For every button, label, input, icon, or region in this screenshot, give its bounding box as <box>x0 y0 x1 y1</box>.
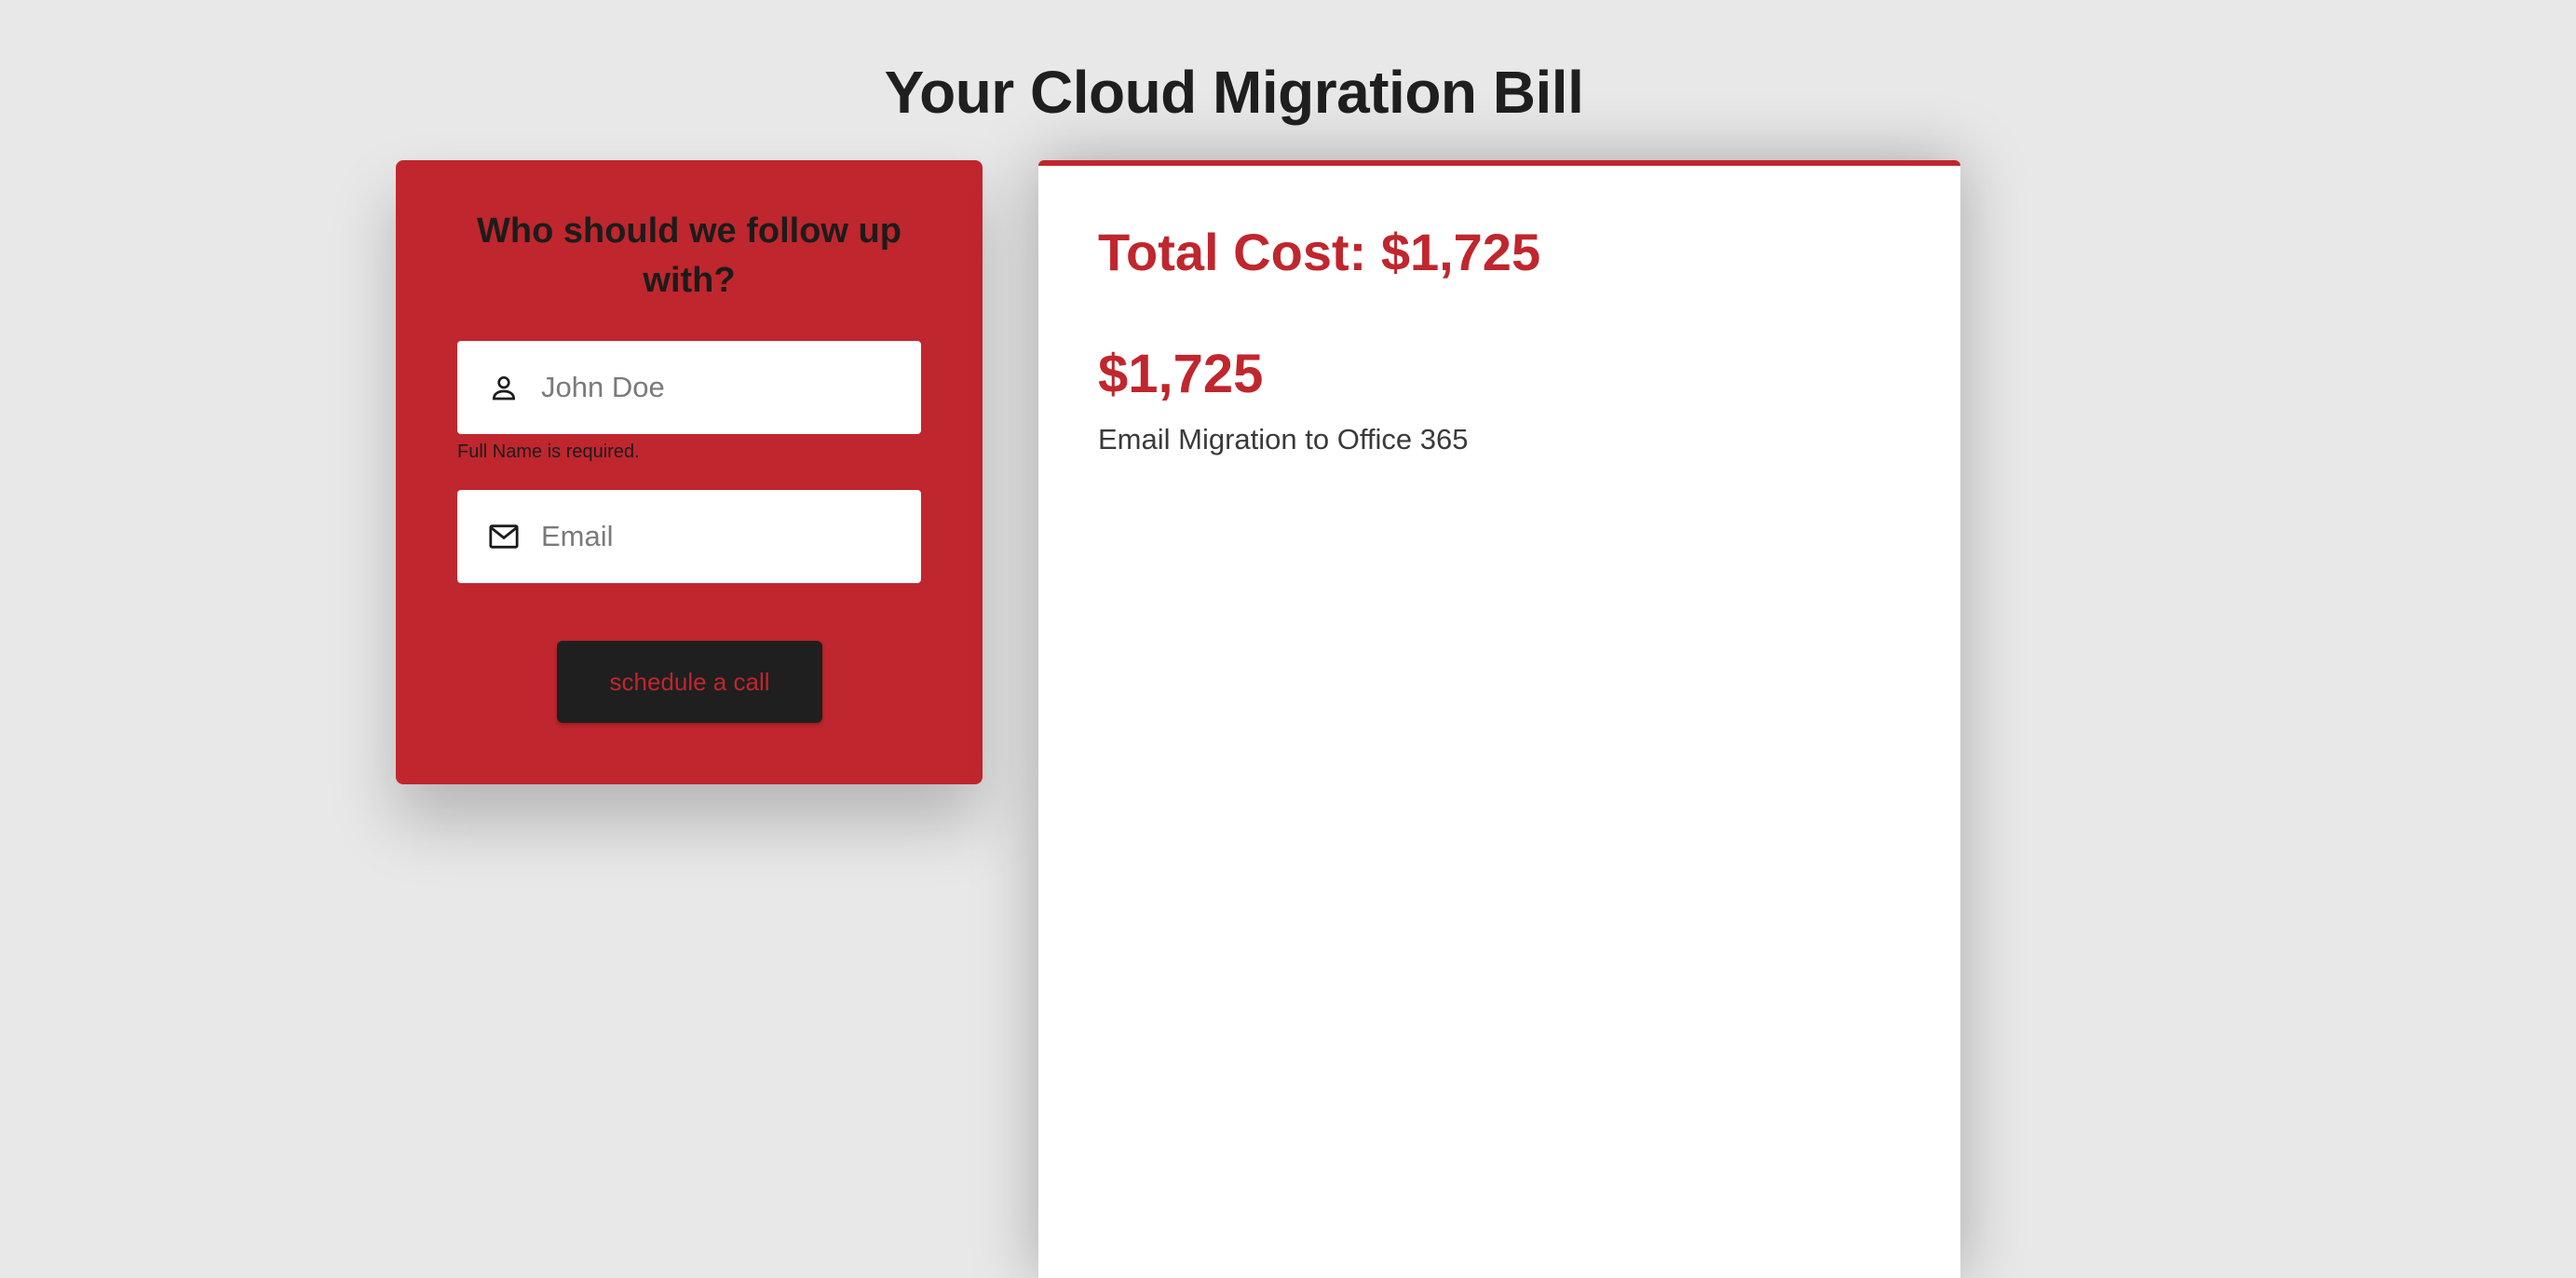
full-name-input[interactable] <box>541 371 895 404</box>
mail-icon <box>487 520 521 553</box>
full-name-field[interactable] <box>457 341 921 434</box>
line-item-price: $1,725 <box>1098 344 1264 404</box>
email-field[interactable] <box>457 490 921 583</box>
person-icon <box>487 371 521 404</box>
schedule-call-button[interactable]: schedule a call <box>557 641 822 723</box>
total-cost: Total Cost: $1,725 <box>1098 223 1541 281</box>
follow-up-form: Who should we follow up with? Full Name … <box>396 160 983 784</box>
full-name-error: Full Name is required. <box>457 442 640 462</box>
bill-summary: Total Cost: $1,725 $1,725 Email Migratio… <box>1038 160 1960 1278</box>
page-title: Your Cloud Migration Bill <box>884 59 1584 126</box>
email-input[interactable] <box>541 520 895 553</box>
line-item-description: Email Migration to Office 365 <box>1098 423 1469 455</box>
form-heading: Who should we follow up with? <box>477 211 902 300</box>
